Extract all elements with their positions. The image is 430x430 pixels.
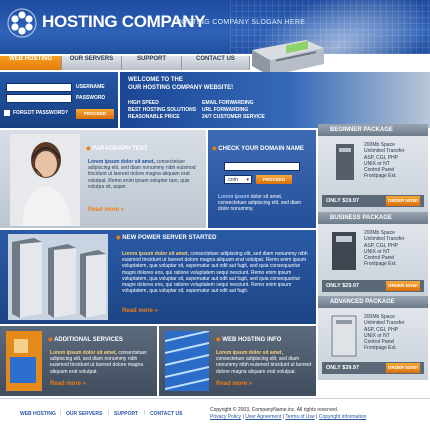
package-price: ONLY $19.97 [326, 198, 360, 204]
support-agent-photo [10, 134, 80, 226]
new-server-read-more-link[interactable]: Read more » [122, 308, 158, 314]
feature-item: Frontpage Ext. [364, 261, 397, 268]
paragraph-text: Lorem ipsum dolor sit amet, consectetuer… [88, 159, 196, 190]
package-title: BEGINNER PACKAGE [318, 124, 428, 136]
footer-link-web-hosting[interactable]: WEB HOSTING [20, 411, 56, 417]
package-title: BUSINESS PACKAGE [318, 212, 428, 224]
feature-item: Unlimited Transfer [364, 236, 405, 243]
feature-best-hosting: BEST HOSTING SOLUTIONS [128, 107, 197, 113]
forgot-checkbox[interactable] [4, 110, 10, 116]
domain-proceed-button[interactable]: PROCEED [256, 175, 292, 184]
privacy-policy-link[interactable]: Privacy Policy [210, 414, 241, 420]
additional-services-text: Lorem ipsum dolor sit amet, consectetuer… [50, 350, 147, 375]
footer-legal-links: Privacy Policy | User Agreement | Terms … [210, 414, 367, 420]
welcome-title: WELCOME TO THE OUR HOSTING COMPANY WEBSI… [128, 76, 278, 92]
terms-of-use-link[interactable]: Terms of Use [285, 414, 314, 420]
package-features: 200Mb Space Unlimited Transfer ASP, CGI,… [364, 142, 405, 180]
password-row: PASSWORD [6, 93, 105, 103]
domain-text: Lorem ipsum dolor sit amet, consectetuer… [218, 194, 302, 213]
welcome-features-right: EMAIL FORWARDING URL FORWARDING 24/7 CUS… [202, 100, 265, 121]
feature-url-forwarding: URL FORWARDING [202, 107, 249, 113]
domain-title: ◆ CHECK YOUR DOMAIN NAME [212, 146, 304, 152]
package-features: 200Mb Space Unlimited Transfer ASP, CGI,… [364, 230, 405, 268]
password-label: PASSWORD [76, 95, 106, 101]
forgot-password[interactable]: FORGOT PASSWORD? [4, 110, 68, 116]
nav-item-web-hosting[interactable]: WEB HOSTING [0, 56, 62, 70]
password-input[interactable] [6, 93, 72, 103]
footer-separator: | [60, 410, 62, 416]
username-label: USERNAME [76, 84, 105, 90]
username-input[interactable] [6, 82, 72, 92]
feature-customer-service: 24/7 CUSTOMER SERVICE [202, 114, 265, 120]
paragraph-title: ◆ PARAGRAPH TEXT [86, 146, 148, 152]
package-business: BUSINESS PACKAGE 200Mb Space Unlimited T… [318, 212, 428, 296]
feature-email-forwarding: EMAIL FORWARDING [202, 100, 254, 106]
main-nav: WEB HOSTING OUR SERVERS SUPPORT CONTACT … [0, 56, 250, 70]
welcome-features-left: HIGH SPEED BEST HOSTING SOLUTIONS REASON… [128, 100, 196, 121]
feature-item: Frontpage Ext. [364, 345, 397, 352]
server-towers-image [8, 234, 108, 320]
package-price: ONLY $29.97 [326, 283, 360, 289]
page: HOSTING COMPANY HOSTING COMPANY SLOGAN H… [0, 0, 430, 430]
new-server-title: ◆ NEW POWER SERVER STARTED [116, 235, 217, 241]
feature-high-speed: HIGH SPEED [128, 100, 159, 106]
web-hosting-info-text: Lorem ipsum dolor sit amet, consectetuer… [216, 350, 312, 375]
footer-link-our-servers[interactable]: OUR SERVERS [66, 411, 102, 417]
package-beginner: BEGINNER PACKAGE 200Mb Space Unlimited T… [318, 124, 428, 212]
feature-item: Frontpage Ext. [364, 173, 397, 180]
footer-link-contact-us[interactable]: CONTACT US [150, 411, 182, 417]
web-hosting-info-read-more-link[interactable]: Read more » [216, 381, 252, 387]
package-price-bar: ONLY $39.97 ORDER NOW! [322, 362, 424, 374]
user-agreement-link[interactable]: User Agreement [245, 414, 281, 420]
additional-services-read-more-link[interactable]: Read more » [50, 381, 86, 387]
server-tower-icon [336, 144, 354, 180]
feature-item: Unlimited Transfer [364, 320, 405, 327]
web-hosting-info-title: ◆ WEB HOSTING INFO [216, 337, 282, 343]
new-server-text: Lorem ipsum dolor sit amet, consectetuer… [122, 251, 308, 295]
server-tower-icon [331, 315, 357, 357]
footer-separator: | [144, 410, 146, 416]
copyright-info-link[interactable]: Copyright information [319, 414, 367, 420]
nav-item-support[interactable]: SUPPORT [122, 56, 182, 70]
order-now-button[interactable]: ORDER NOW! [386, 196, 420, 206]
hosting-info-image [165, 331, 209, 391]
welcome-title-line2: OUR HOSTING COMPANY WEBSITE! [128, 85, 234, 91]
copyright: Copyright © 2003, CompanyName.inc. All r… [210, 407, 366, 421]
package-price-bar: ONLY $19.97 ORDER NOW! [322, 195, 424, 207]
footer-separator: | [108, 410, 110, 416]
services-image [6, 331, 42, 391]
copyright-text: Copyright © 2003, CompanyName.inc. All r… [210, 407, 339, 413]
username-row: USERNAME [6, 82, 105, 92]
nav-item-contact-us[interactable]: CONTACT US [182, 56, 250, 70]
package-features: 200Mb Space Unlimited Transfer ASP, CGI,… [364, 314, 405, 352]
feature-item: Unlimited Transfer [364, 148, 405, 155]
package-price-bar: ONLY $29.97 ORDER NOW! [322, 280, 424, 292]
order-now-button[interactable]: ORDER NOW! [386, 363, 420, 373]
domain-name-input[interactable] [224, 162, 300, 171]
logo-icon [7, 8, 37, 38]
login-proceed-button[interactable]: PROCEED [76, 109, 114, 119]
package-advanced: ADVANCED PACKAGE 200Mb Space Unlimited T… [318, 296, 428, 380]
package-price: ONLY $39.97 [326, 365, 360, 371]
nav-item-our-servers[interactable]: OUR SERVERS [62, 56, 122, 70]
tld-select[interactable]: .com ▾ [224, 175, 252, 184]
order-now-button[interactable]: ORDER NOW! [386, 281, 420, 291]
feature-reasonable-price: REASONABLE PRICE [128, 114, 180, 120]
welcome-title-line1: WELCOME TO THE [128, 77, 183, 83]
server-tower-icon [332, 232, 356, 270]
slogan: HOSTING COMPANY SLOGAN HERE [176, 19, 306, 26]
package-title: ADVANCED PACKAGE [318, 296, 428, 308]
forgot-password-label: FORGOT PASSWORD? [13, 110, 68, 116]
footer-link-support[interactable]: SUPPORT [114, 411, 138, 417]
additional-services-title: ◆ ADDITIONAL SERVICES [48, 337, 123, 343]
paragraph-read-more-link[interactable]: Read more » [88, 207, 124, 213]
